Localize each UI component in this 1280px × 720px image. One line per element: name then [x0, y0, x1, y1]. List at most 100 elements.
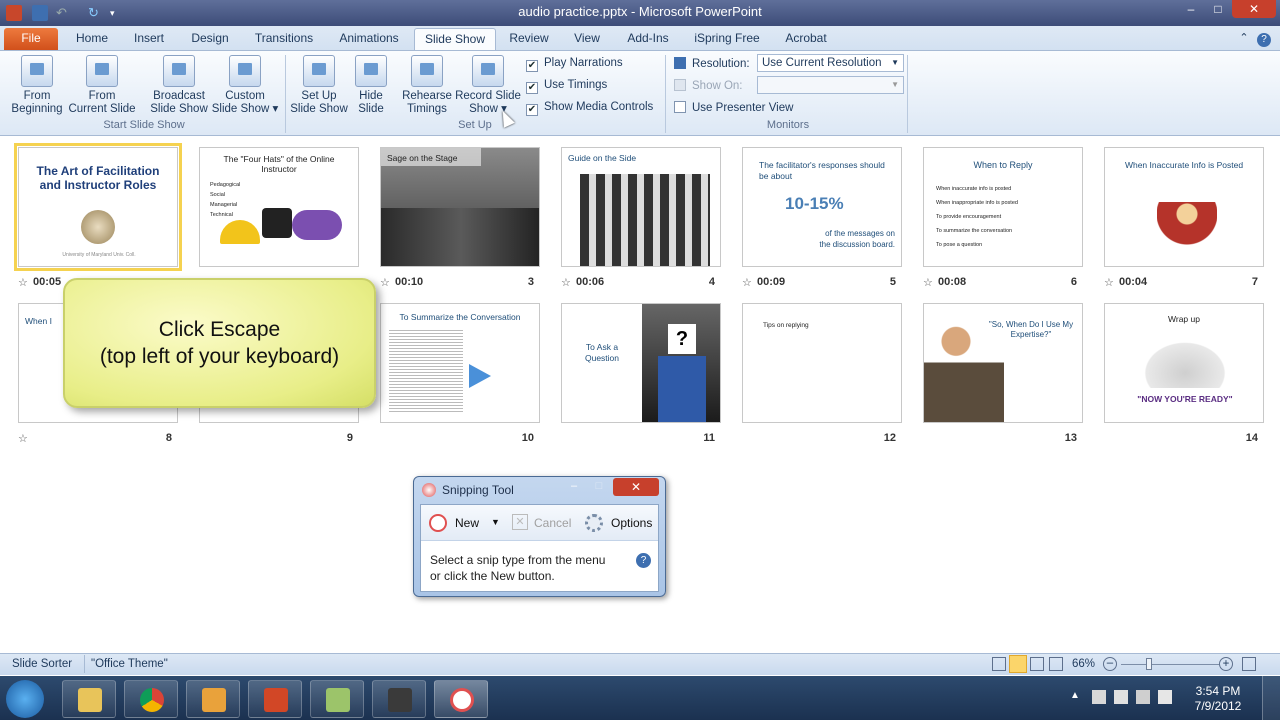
help-icon[interactable]: ?	[1254, 28, 1274, 50]
tab-ispring-free[interactable]: iSpring Free	[688, 28, 766, 50]
slide-thumbnail-4[interactable]: Guide on the Side	[561, 147, 721, 267]
slide-number: 4	[708, 276, 715, 288]
use-presenter-view-checkbox[interactable]: Use Presenter View	[674, 101, 793, 114]
system-clock[interactable]: 3:54 PM 7/9/2012	[1190, 684, 1246, 714]
show-media-controls-checkbox[interactable]: ✔ Show Media Controls	[526, 101, 653, 116]
tab-transitions[interactable]: Transitions	[246, 28, 322, 50]
tab-insert[interactable]: Insert	[124, 28, 174, 50]
tab-animations[interactable]: Animations	[330, 28, 408, 50]
slide-thumbnail-13[interactable]: "So, When Do I Use My Expertise?"	[923, 303, 1083, 423]
bullet: To pose a question	[936, 242, 983, 248]
tab-design[interactable]: Design	[182, 28, 238, 50]
snipping-toolbar: New ▼ ✕ Cancel Options	[421, 505, 658, 541]
slide-thumbnail-6[interactable]: When to Reply When inaccurate info is po…	[923, 147, 1083, 267]
slide-thumbnail-11[interactable]: To Ask a Question ?	[561, 303, 721, 423]
power-icon[interactable]	[1114, 690, 1128, 704]
taskbar-snipping-tool[interactable]	[434, 680, 488, 718]
hide-slide-button[interactable]: Hide Slide	[350, 55, 392, 116]
reading-view-icon[interactable]	[1030, 657, 1044, 671]
slide-show-view-icon[interactable]	[1049, 657, 1063, 671]
taskbar-powerpoint[interactable]	[248, 680, 302, 718]
taskbar-notes[interactable]	[310, 680, 364, 718]
from-current-slide-button[interactable]: From Current Slide	[68, 55, 136, 116]
resolution-dropdown[interactable]: Use Current Resolution ▼	[757, 54, 904, 72]
clock-time: 3:54 PM	[1195, 684, 1241, 698]
slide-thumbnail-2[interactable]: The "Four Hats" of the Online Instructor…	[199, 147, 359, 267]
taskbar-chrome[interactable]	[124, 680, 178, 718]
slide-thumbnail-10[interactable]: To Summarize the Conversation	[380, 303, 540, 423]
zoom-slider[interactable]	[1121, 664, 1219, 665]
zoom-out-icon[interactable]: –	[1103, 657, 1117, 671]
instruction-line-2: or click the New button.	[430, 569, 555, 583]
chrome-icon	[140, 688, 164, 712]
slide-thumbnail-3[interactable]: Sage on the Stage	[380, 147, 540, 267]
slide-thumbnail-5[interactable]: The facilitator's responses should be ab…	[742, 147, 902, 267]
broadcast-slide-show-button[interactable]: Broadcast Slide Show	[148, 55, 210, 116]
taskbar-explorer[interactable]	[62, 680, 116, 718]
rehearse-timings-button[interactable]: Rehearse Timings	[400, 55, 454, 116]
new-label: New	[455, 516, 480, 530]
window-title: audio practice.pptx - Microsoft PowerPoi…	[518, 4, 762, 19]
snip-minimize-button[interactable]: –	[562, 479, 586, 495]
play-narrations-checkbox[interactable]: ✔ Play Narrations	[526, 57, 623, 72]
slide-thumbnail-1[interactable]: The Art of Facilitation and Instructor R…	[14, 143, 182, 271]
fit-to-window-icon[interactable]	[1242, 657, 1256, 671]
taskbar-recorder[interactable]	[372, 680, 426, 718]
custom-show-icon	[229, 55, 261, 87]
custom-slide-show-button[interactable]: Custom Slide Show ▾	[210, 55, 280, 116]
close-button[interactable]: ✕	[1232, 0, 1276, 18]
start-button[interactable]	[6, 680, 44, 718]
group-divider	[665, 55, 666, 133]
record-slide-show-button[interactable]: Record Slide Show ▾	[454, 55, 522, 116]
options-button[interactable]: Options	[585, 514, 657, 532]
minimize-ribbon-icon[interactable]: ⌃	[1234, 28, 1254, 50]
snipping-tool-window: Snipping Tool – □ ✕ New ▼ ✕ Cancel Optio…	[413, 476, 666, 597]
slide-title: To Ask a Question	[584, 342, 620, 363]
new-snip-button[interactable]: New ▼	[429, 514, 507, 532]
slide-thumbnail-12[interactable]: Tips on replying	[742, 303, 902, 423]
tab-home[interactable]: Home	[68, 28, 116, 50]
powerpoint-icon	[264, 688, 288, 712]
maximize-button[interactable]: □	[1205, 0, 1231, 18]
action-center-icon[interactable]	[1092, 690, 1106, 704]
tab-review[interactable]: Review	[504, 28, 554, 50]
slide-title: Guide on the Side	[568, 153, 637, 163]
tab-acrobat[interactable]: Acrobat	[776, 28, 836, 50]
slide-timing: 00:06	[576, 276, 605, 288]
zoom-slider-thumb[interactable]	[1146, 658, 1152, 670]
use-timings-checkbox[interactable]: ✔ Use Timings	[526, 79, 607, 94]
set-up-slide-show-button[interactable]: Set Up Slide Show	[288, 55, 350, 116]
taskbar-outlook[interactable]	[186, 680, 240, 718]
slide-bullets: Pedagogical Social Managerial Technical	[210, 180, 240, 220]
slide-title: Tips on replying	[763, 322, 809, 329]
minimize-button[interactable]: –	[1178, 0, 1204, 18]
slide-number: 8	[165, 432, 172, 444]
chevron-down-icon[interactable]: ▼	[491, 517, 500, 527]
button-label: Rehearse	[402, 90, 452, 102]
tab-view[interactable]: View	[566, 28, 608, 50]
question-man-photo: ?	[642, 304, 720, 422]
slide-sorter-view-icon[interactable]	[1009, 655, 1027, 673]
volume-icon[interactable]	[1158, 690, 1172, 704]
zoom-level[interactable]: 66%	[1072, 658, 1095, 670]
from-beginning-button[interactable]: From Beginning	[6, 55, 68, 116]
show-desktop-button[interactable]	[1262, 676, 1280, 720]
normal-view-icon[interactable]	[992, 657, 1006, 671]
slide-subtitle: University of Maryland Univ. Coll.	[62, 252, 136, 258]
show-hidden-icons[interactable]: ▲	[1070, 690, 1080, 701]
tab-add-ins[interactable]: Add-Ins	[618, 28, 678, 50]
zoom-in-icon[interactable]: +	[1219, 657, 1233, 671]
snip-close-button[interactable]: ✕	[613, 478, 659, 496]
arrow-right-icon	[469, 364, 491, 388]
tab-slide-show[interactable]: Slide Show	[414, 28, 496, 50]
network-icon[interactable]	[1136, 690, 1150, 704]
slide-thumbnail-7[interactable]: When Inaccurate Info is Posted	[1104, 147, 1264, 267]
help-icon[interactable]: ?	[636, 553, 651, 568]
slide-number: 7	[1251, 276, 1258, 288]
slide-thumbnail-14[interactable]: Wrap up "NOW YOU'RE READY"	[1104, 303, 1264, 423]
button-label: Slide Show	[290, 103, 348, 115]
tab-file[interactable]: File	[4, 28, 58, 50]
slide-number: 12	[883, 432, 896, 444]
bullet: Managerial	[210, 202, 238, 208]
checkbox-label: Show Media Controls	[544, 101, 654, 113]
